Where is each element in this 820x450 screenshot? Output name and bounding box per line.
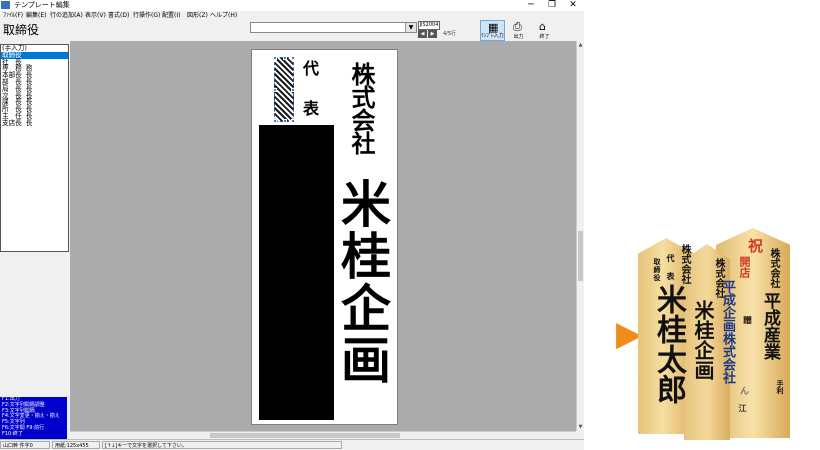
name-area-block[interactable] [259, 125, 334, 420]
photo-seal: 贈 [743, 316, 753, 324]
chevron-down-icon[interactable]: ▼ [405, 23, 416, 32]
photo-note-right: 手利 [776, 380, 785, 394]
photo-sign-1: ん [738, 386, 748, 395]
photo-event: 開店 [738, 256, 751, 278]
toolbar-buttons: ▦ ﾃﾝﾌﾟﾚ入力 ⎙ 出力 ⌂ 終了 [480, 20, 558, 41]
menu-layout[interactable]: 配置(I) [162, 11, 180, 21]
menu-file[interactable]: ﾌｧｲﾙ(F) [3, 11, 23, 21]
photo-role-left-3: 役 [653, 274, 662, 281]
app-icon [1, 1, 10, 9]
photo-celebration: 祝 [746, 238, 764, 253]
vertical-scroll-thumb[interactable] [578, 231, 583, 281]
template-input-button[interactable]: ▦ ﾃﾝﾌﾟﾚ入力 [480, 20, 505, 41]
menu-line-ops[interactable]: 行操作(G) [133, 11, 160, 21]
exit-label: 終了 [539, 34, 550, 40]
vertical-scrollbar[interactable]: ▲ ▼ [576, 41, 584, 431]
menu-add-line[interactable]: 行の追加(A) [50, 11, 83, 21]
photo-company-right: 株式会社 [768, 248, 779, 288]
title-list-item-label: 支店長 [2, 118, 22, 127]
printer-icon: ⎙ [513, 20, 522, 33]
status-message: [↑↓]キーで文字を選択して下さい。 [102, 441, 342, 449]
print-label: 出力 [513, 34, 524, 40]
nav-next-button[interactable]: ▶ [428, 30, 437, 38]
horizontal-scroll-thumb[interactable] [210, 433, 400, 438]
template-input-label: ﾃﾝﾌﾟﾚ入力 [481, 33, 504, 39]
status-size: 用紙:125x455 [52, 441, 100, 449]
photo-company-left: 株式会社 [679, 244, 690, 284]
photo-role-1: 代 [666, 254, 676, 262]
minimize-button[interactable]: ─ [522, 0, 540, 11]
horizontal-scrollbar[interactable] [70, 431, 576, 439]
menu-shapes[interactable]: 図形(Z) [187, 11, 208, 21]
left-panel-blank [0, 252, 70, 397]
title-list-item-side: 長 [25, 118, 33, 127]
photo-sign-2: 江 [738, 404, 748, 412]
nav-prev-button[interactable]: ◀ [418, 30, 427, 38]
resize-handle[interactable] [273, 56, 277, 60]
resize-handle[interactable] [273, 119, 277, 123]
line-indicator: 4/5行 [443, 31, 457, 37]
menu-format[interactable]: 書式(D) [108, 11, 129, 21]
app-window: テンプレート編集 ─ ❐ ✕ ﾌｧｲﾙ(F) 編集(E) 行の追加(A) 表示(… [0, 0, 584, 450]
photo-name-left: 米桂太郎 [651, 284, 686, 404]
role-text-bottom[interactable]: 表 [300, 100, 319, 116]
exit-icon: ⌂ [539, 20, 546, 33]
title-bar: テンプレート編集 ─ ❐ ✕ [0, 0, 584, 11]
close-button[interactable]: ✕ [564, 0, 582, 11]
photo-kind: 平成企画株式会社 [720, 280, 735, 384]
maximize-button[interactable]: ❐ [543, 0, 561, 11]
scroll-down-icon[interactable]: ▼ [577, 423, 584, 431]
title-list[interactable]: (手入力) 取締役社 長専 務務本部長長部 長長局 長長次 長長課 長長所 長長主… [0, 44, 69, 252]
resize-handle[interactable] [291, 119, 295, 123]
size-indicator[interactable]: JIS2004 [418, 21, 440, 30]
photo-role-left-1: 取 [653, 258, 662, 265]
company-text[interactable]: 株式会社 [347, 62, 376, 154]
photo-role-2: 表 [666, 272, 676, 280]
function-key-help-line: F10:終了 [2, 430, 23, 437]
title-field-label: 取締役 [3, 23, 40, 37]
status-bar: 山口幹 件字0 用紙:125x455 [↑↓]キーで文字を選択して下さい。 [0, 439, 584, 450]
window-title: テンプレート編集 [14, 1, 70, 9]
photo-name-right: 平成産業 [760, 292, 780, 360]
resize-handle[interactable] [273, 88, 277, 92]
line-navigator: ◀ ▶ [418, 30, 438, 38]
scroll-up-icon[interactable]: ▲ [577, 41, 584, 49]
product-photo: ▶ 代 表 取 締 役 株式会社 米桂太郎 株式会社 米桂企画 祝 開店 平成企… [612, 228, 812, 440]
status-mode: 山口幹 件字0 [0, 441, 50, 449]
resize-handle[interactable] [291, 56, 295, 60]
resize-handle[interactable] [283, 119, 287, 123]
menu-view[interactable]: 表示(V) [85, 11, 106, 21]
photo-role-left-2: 締 [653, 266, 662, 273]
resize-handle[interactable] [291, 88, 295, 92]
role-text-top[interactable]: 代 [300, 60, 319, 98]
selected-text-box[interactable] [273, 56, 295, 123]
title-list-item[interactable]: 支店長長 [1, 118, 68, 127]
menu-help[interactable]: ヘルプ(H) [210, 11, 237, 21]
exit-button[interactable]: ⌂ 終了 [532, 20, 557, 41]
print-button[interactable]: ⎙ 出力 [506, 20, 531, 41]
menu-edit[interactable]: 編集(E) [26, 11, 46, 21]
person-name-text[interactable]: 米桂企画 [333, 178, 392, 386]
function-key-help: F1:出力 F2:文字列間隔調整 F3:文字列間隔 F4:文字変更・揃え・揃え F5:文… [0, 397, 67, 439]
resize-handle[interactable] [283, 56, 287, 60]
category-select[interactable]: ▼ [250, 22, 417, 33]
photo-name-middle: 米桂企画 [691, 300, 715, 380]
